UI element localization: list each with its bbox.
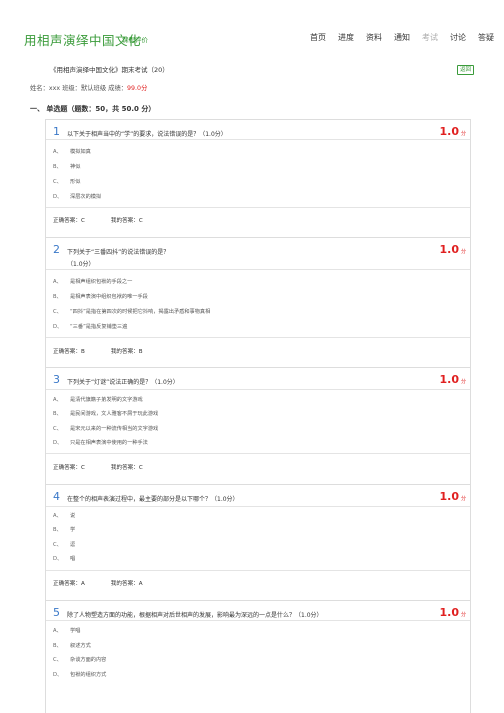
option: A、 是相声组织包袱的手段之一 — [53, 279, 133, 285]
section-title: 一、 单选题（题数：50，共 50.0 分） — [30, 105, 156, 113]
my-answer: 我的答案：A — [110, 581, 143, 587]
question-score-unit: 分 — [460, 131, 466, 137]
option: C、 是宋元以来的一种流传相当的文字游戏 — [53, 426, 159, 432]
option: A、 是清代旗籍子弟发明的文字游戏 — [53, 397, 143, 403]
nav-exam[interactable]: 考试 — [422, 32, 438, 43]
option: A、 模拟如真 — [53, 149, 91, 155]
student-info-text: 姓名：xxx 班级：默认班级 成绩： — [30, 85, 128, 92]
option: D、唱 — [53, 556, 76, 562]
option: D、 深层次的模拟 — [53, 194, 102, 200]
option: C、 杂谈方面的内容 — [53, 657, 107, 663]
option: B、 是民间游戏，文人雅客不屑于玩此游戏 — [53, 411, 159, 417]
question-score: 1.0 分 — [439, 373, 466, 386]
exam-score: 99.0分 — [127, 85, 148, 92]
main-nav: 首页 进度 资料 通知 考试 讨论 答疑 — [310, 32, 504, 43]
nav-qa[interactable]: 答疑 — [478, 32, 494, 43]
question-number: 4 — [53, 490, 60, 503]
question-number: 5 — [53, 606, 60, 619]
answer-row: 正确答案：A 我的答案：A — [53, 579, 143, 587]
nav-progress[interactable]: 进度 — [338, 32, 354, 43]
question-score: 1.0 分 — [439, 490, 466, 503]
option: B、 叙述方式 — [53, 643, 91, 649]
question-card: 4 在整个的相声表演过程中，最主要的部分是以下哪个？（1.0分） 1.0 分 A、… — [45, 484, 471, 600]
question-score-unit: 分 — [460, 612, 466, 618]
student-info: 姓名：xxx 班级：默认班级 成绩：99.0分 — [30, 83, 147, 92]
question-score-value: 1.0 — [439, 243, 459, 256]
option: D、 包袱的组织方式 — [53, 672, 107, 678]
question-score-value: 1.0 — [439, 373, 459, 386]
question-card: 2 下列关于“三番四抖”的说法错误的是？ （1.0分） 1.0 分 A、 是相声组织包… — [45, 237, 471, 367]
exam-title: 《用相声演绎中国文化》期末考试（20） — [50, 66, 169, 74]
back-button[interactable]: 返回 — [457, 65, 475, 75]
correct-answer: 正确答案：C — [53, 218, 85, 224]
option: B、 神似 — [53, 164, 81, 170]
option: B、学 — [53, 527, 76, 533]
nav-notices[interactable]: 通知 — [394, 32, 410, 43]
option: D、 “三番”是指反复铺垫三遍 — [53, 324, 128, 330]
question-score-unit: 分 — [460, 496, 466, 502]
option: C、 形似 — [53, 179, 81, 185]
my-answer: 我的答案：C — [110, 465, 143, 471]
question-score: 1.0 分 — [439, 243, 466, 256]
question-number: 2 — [53, 243, 60, 256]
option: C、 “四抖”是指在第四次的时候把它抖响，揭露出矛盾和事物真相 — [53, 309, 211, 315]
option: D、 只是在相声表演中使用的一种手法 — [53, 440, 148, 446]
option: A、 学唱 — [53, 628, 81, 634]
question-card: 1 以下关于相声当中的“学”的要求，说法错误的是？（1.0分） 1.0 分 A、模… — [45, 119, 471, 237]
course-evaluation-link[interactable]: 课程评价 — [122, 34, 148, 44]
answer-row: 正确答案：C 我的答案：C — [53, 216, 143, 224]
question-score-unit: 分 — [460, 379, 466, 385]
question-number: 1 — [53, 125, 60, 138]
option: B、 是相声表演中组织包袱的唯一手段 — [53, 294, 148, 300]
correct-answer: 正确答案：B — [53, 349, 85, 355]
question-card: 5 除了人物塑造方面的功能，根据相声对后世相声的发展，影响最为深远的一点是什么？… — [45, 600, 471, 713]
question-score-unit: 分 — [460, 249, 466, 255]
correct-answer: 正确答案：A — [53, 581, 85, 587]
nav-discussion[interactable]: 讨论 — [450, 32, 466, 43]
question-text: 在整个的相声表演过程中，最主要的部分是以下哪个？（1.0分） — [67, 496, 239, 503]
question-card: 3 下列关于“灯谜”说法正确的是？（1.0分） 1.0 分 A、 是清代旗籍子弟发明… — [45, 367, 471, 484]
question-text: 下列关于“灯谜”说法正确的是？（1.0分） — [67, 379, 179, 386]
nav-home[interactable]: 首页 — [310, 32, 326, 43]
question-score: 1.0 分 — [439, 606, 466, 619]
top-header: 用相声演绎中国文化 课程评价 首页 进度 资料 通知 考试 讨论 答疑 — [0, 0, 504, 52]
question-score-value: 1.0 — [439, 125, 459, 138]
question-score-value: 1.0 — [439, 490, 459, 503]
my-answer: 我的答案：C — [110, 218, 143, 224]
question-score: 1.0 分 — [439, 125, 466, 138]
option: C、逗 — [53, 542, 76, 548]
answer-row: 正确答案：C 我的答案：C — [53, 463, 143, 471]
option: A、说 — [53, 513, 76, 519]
nav-materials[interactable]: 资料 — [366, 32, 382, 43]
correct-answer: 正确答案：C — [53, 465, 85, 471]
answer-row: 正确答案：B 我的答案：B — [53, 347, 143, 355]
my-answer: 我的答案：B — [110, 349, 143, 355]
question-text: 下列关于“三番四抖”的说法错误的是？ （1.0分） — [67, 249, 170, 268]
question-number: 3 — [53, 373, 60, 386]
question-score-value: 1.0 — [439, 606, 459, 619]
